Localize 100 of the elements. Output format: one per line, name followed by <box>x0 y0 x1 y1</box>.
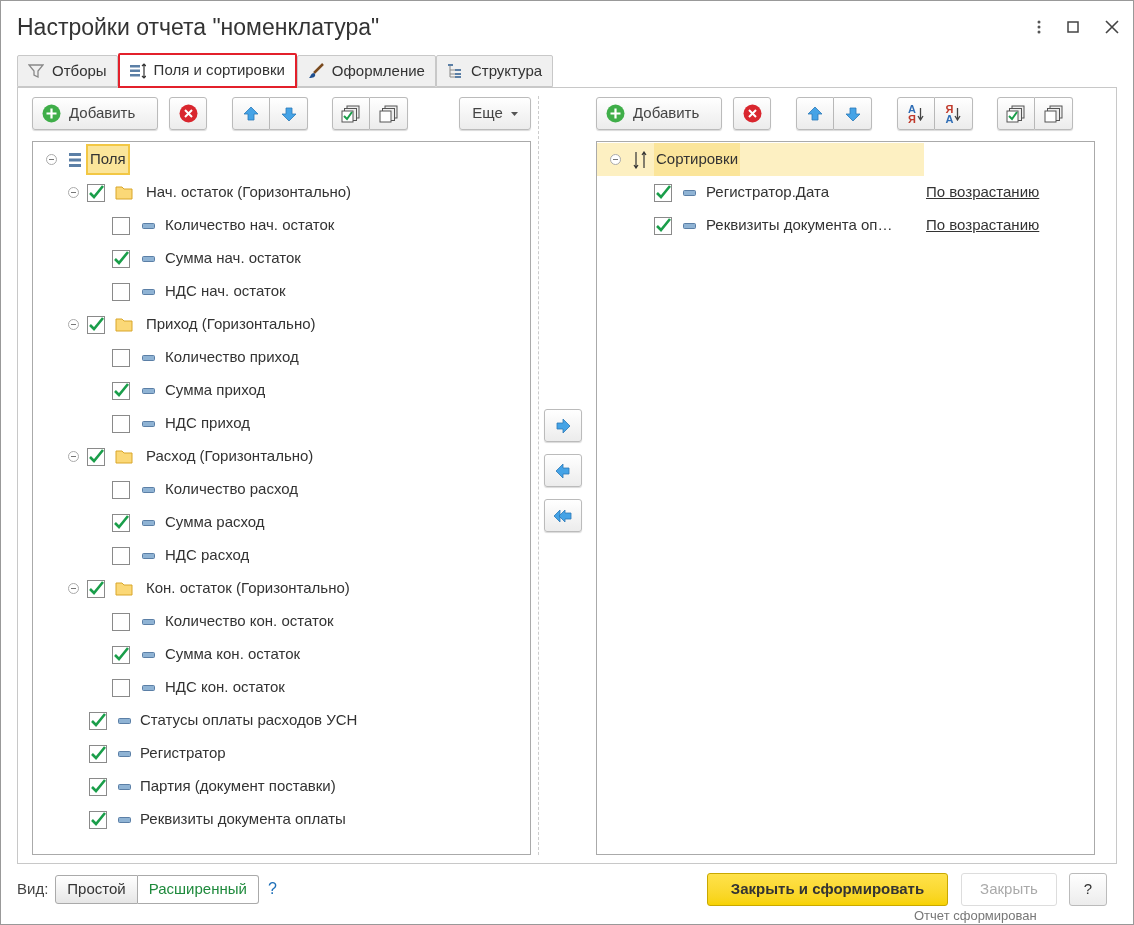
tree-field-label[interactable]: Партия (документ поставки) <box>140 775 336 798</box>
tab[interactable]: Поля и сортировки <box>117 53 297 88</box>
tab[interactable]: Структура <box>435 55 554 87</box>
close-icon[interactable] <box>1105 20 1119 34</box>
more-button[interactable]: Еще <box>459 97 531 130</box>
tree-field-label[interactable]: Сумма нач. остаток <box>165 247 301 270</box>
add-button[interactable]: Добавить <box>596 97 722 130</box>
checkbox[interactable] <box>654 216 672 235</box>
sort-descending-button[interactable]: Я А <box>935 97 973 130</box>
checkbox[interactable] <box>112 414 130 433</box>
tree-group-label[interactable]: Кон. остаток (Горизонтально) <box>146 577 350 600</box>
checkbox[interactable] <box>89 810 107 829</box>
checkbox[interactable] <box>112 678 130 697</box>
move-up-button[interactable] <box>232 97 270 130</box>
field-icon <box>142 618 155 625</box>
tree-group-label[interactable]: Расход (Горизонтально) <box>146 445 314 468</box>
checkbox[interactable] <box>112 216 130 235</box>
check-all-button[interactable] <box>997 97 1035 130</box>
close-and-generate-button[interactable]: Закрыть и сформировать <box>707 872 948 906</box>
collapse-icon[interactable] <box>68 583 79 594</box>
move-up-button[interactable] <box>796 97 834 130</box>
stacked-checkbox-icon <box>1006 104 1026 123</box>
field-icon <box>142 552 155 559</box>
move-down-button[interactable] <box>834 97 872 130</box>
checkbox[interactable] <box>112 513 130 532</box>
tree-field-label[interactable]: Реквизиты документа оп… <box>706 214 926 237</box>
down-arrow-icon <box>954 106 962 121</box>
tree-field-label[interactable]: Количество нач. остаток <box>165 214 335 237</box>
more-icon[interactable] <box>1037 19 1041 35</box>
move-left-button[interactable] <box>544 454 582 487</box>
checkbox[interactable] <box>89 744 107 763</box>
tree-group-label[interactable]: Приход (Горизонтально) <box>146 313 316 336</box>
sort-direction-link[interactable]: По возрастанию <box>926 214 1040 237</box>
field-icon <box>683 222 696 229</box>
tree-field-label[interactable]: Количество приход <box>165 346 299 369</box>
tab[interactable]: Отборы <box>17 55 118 87</box>
checkbox[interactable] <box>112 381 130 400</box>
tree-field-label[interactable]: НДС нач. остаток <box>165 280 286 303</box>
checkbox[interactable] <box>89 777 107 796</box>
tree-field-label[interactable]: Сумма кон. остаток <box>165 643 301 666</box>
tree-node-label[interactable]: Сортировки <box>654 143 741 176</box>
stacked-checkbox-icon <box>341 104 361 123</box>
maximize-icon[interactable] <box>1067 21 1079 33</box>
checkbox[interactable] <box>112 480 130 499</box>
checkbox[interactable] <box>654 183 672 202</box>
field-icon <box>142 486 155 493</box>
sort-letter: Я <box>945 103 954 114</box>
checkbox[interactable] <box>87 315 105 334</box>
check-all-button[interactable] <box>332 97 370 130</box>
checkbox[interactable] <box>87 183 105 202</box>
checkbox[interactable] <box>112 645 130 664</box>
tree-field-label[interactable]: Сумма расход <box>165 511 265 534</box>
field-icon <box>142 651 155 658</box>
tab[interactable]: Оформление <box>296 55 436 87</box>
delete-button[interactable] <box>733 97 771 130</box>
tree-group-label[interactable]: Нач. остаток (Горизонтально) <box>146 181 352 204</box>
sort-direction-link[interactable]: По возрастанию <box>926 181 1040 204</box>
checkbox[interactable] <box>112 546 130 565</box>
sort-ascending-button[interactable]: А Я <box>897 97 935 130</box>
move-all-left-button[interactable] <box>544 499 582 532</box>
checkbox[interactable] <box>87 579 105 598</box>
tree-field-label[interactable]: Реквизиты документа оплаты <box>140 808 346 831</box>
checkbox[interactable] <box>112 249 130 268</box>
tree-field-label[interactable]: НДС расход <box>165 544 250 567</box>
plus-icon <box>42 104 61 123</box>
tree-field-label[interactable]: Количество расход <box>165 478 298 501</box>
collapse-icon[interactable] <box>68 187 79 198</box>
tree-node-label[interactable]: Поля <box>86 144 130 175</box>
tree-field-label[interactable]: Регистратор <box>140 742 226 765</box>
tree-field-label[interactable]: НДС кон. остаток <box>165 676 285 699</box>
help-link[interactable]: ? <box>267 877 277 901</box>
collapse-icon[interactable] <box>68 319 79 330</box>
checkbox[interactable] <box>112 612 130 631</box>
uncheck-all-button[interactable] <box>1035 97 1073 130</box>
view-mode-toggle[interactable]: Расширенный <box>137 874 259 904</box>
tree-field-label[interactable]: Количество кон. остаток <box>165 610 334 633</box>
checkbox[interactable] <box>112 282 130 301</box>
tree-field-label[interactable]: Статусы оплаты расходов УСН <box>140 709 358 732</box>
tree-field-label[interactable]: Регистратор.Дата <box>706 181 926 204</box>
uncheck-all-button[interactable] <box>370 97 408 130</box>
arrow-right-icon <box>554 416 572 435</box>
checkbox[interactable] <box>87 447 105 466</box>
checkbox[interactable] <box>89 711 107 730</box>
checkbox[interactable] <box>112 348 130 367</box>
field-icon <box>118 717 131 724</box>
collapse-icon[interactable] <box>68 451 79 462</box>
view-label: Вид: <box>17 878 49 899</box>
sort-letter: А <box>945 113 954 124</box>
field-icon <box>142 255 155 262</box>
collapse-icon[interactable] <box>610 154 621 165</box>
tree-field-label[interactable]: НДС приход <box>165 412 250 435</box>
add-button[interactable]: Добавить <box>32 97 158 130</box>
move-right-button[interactable] <box>544 409 582 442</box>
view-mode-toggle[interactable]: Простой <box>55 874 138 904</box>
move-down-button[interactable] <box>270 97 308 130</box>
delete-button[interactable] <box>169 97 207 130</box>
field-icon <box>118 783 131 790</box>
help-button[interactable]: ? <box>1069 872 1107 906</box>
collapse-icon[interactable] <box>46 154 57 165</box>
tree-field-label[interactable]: Сумма приход <box>165 379 266 402</box>
